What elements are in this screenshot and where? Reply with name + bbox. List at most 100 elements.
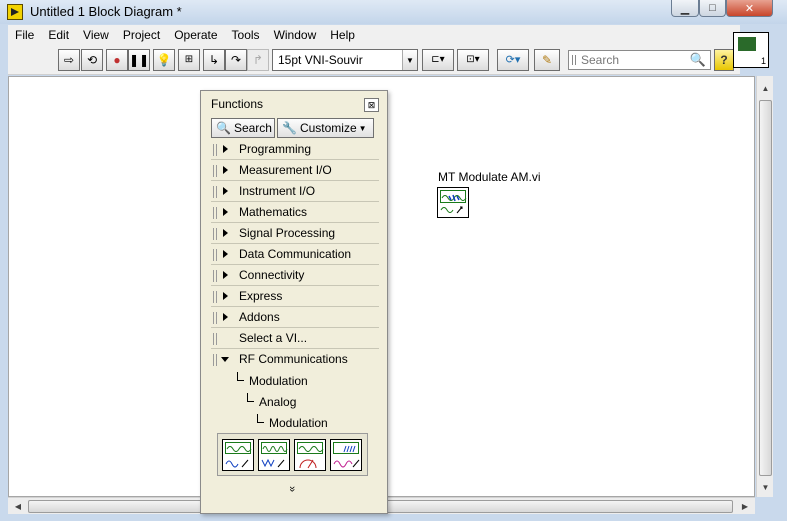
modulation-graph-icon <box>225 459 249 468</box>
pause-icon: ❚❚ <box>128 53 150 67</box>
search-icon[interactable]: 🔍 <box>690 52 706 68</box>
grip-icon <box>213 312 217 324</box>
context-help-button[interactable]: ? <box>714 49 734 71</box>
vertical-scrollbar[interactable]: ▲ ▼ <box>756 76 773 497</box>
expand-triangle-icon <box>223 187 228 195</box>
tree-corner-icon <box>247 393 254 402</box>
grip-icon <box>213 291 217 303</box>
node-waveform-icon <box>440 190 467 203</box>
run-continuously-button[interactable]: ⟲ <box>81 49 103 71</box>
maximize-button[interactable]: □ <box>699 0 726 17</box>
step-into-button[interactable]: ↳ <box>203 49 225 71</box>
expand-triangle-icon <box>223 271 228 279</box>
distribute-objects-button[interactable]: ⊡▾ <box>457 49 489 71</box>
stop-icon: ● <box>113 53 121 67</box>
palette-customize-button[interactable]: 🔧 Customize ▼ <box>277 118 374 138</box>
menu-project[interactable]: Project <box>116 28 167 42</box>
chevron-down-icon: ▼ <box>358 123 367 133</box>
align-objects-button[interactable]: ⊏▾ <box>422 49 454 71</box>
wrench-icon: 🔧 <box>282 121 297 135</box>
select-a-vi-item[interactable]: Select a VI... <box>211 328 379 349</box>
category-signal-processing[interactable]: Signal Processing <box>211 223 379 244</box>
category-mathematics[interactable]: Mathematics <box>211 202 379 223</box>
waveform-icon <box>225 442 252 454</box>
category-addons[interactable]: Addons <box>211 307 379 328</box>
clean-up-diagram-button[interactable]: ✎ <box>534 49 560 71</box>
chevron-down-icon: ▼ <box>402 50 417 70</box>
abort-button[interactable]: ● <box>106 49 128 71</box>
vi-tile-demodulate[interactable] <box>330 439 362 471</box>
grip-icon <box>213 333 217 345</box>
expand-triangle-icon <box>223 208 228 216</box>
menu-tools[interactable]: Tools <box>225 28 267 42</box>
search-input[interactable] <box>581 52 689 68</box>
palette-search-label: Search <box>233 121 272 135</box>
scroll-down-icon[interactable]: ▼ <box>757 479 774 495</box>
close-icon: ⊠ <box>367 99 376 110</box>
grip-icon <box>213 165 217 177</box>
vi-icon-number: 1 <box>760 56 766 66</box>
menu-window[interactable]: Window <box>267 28 324 42</box>
scroll-right-icon[interactable]: ▶ <box>737 498 753 515</box>
tree-corner-icon <box>257 414 264 423</box>
palette-close-button[interactable]: ⊠ <box>364 98 379 112</box>
menu-file[interactable]: File <box>8 28 41 42</box>
grip-icon <box>572 55 576 65</box>
expand-more-icon[interactable]: » <box>286 486 298 492</box>
vertical-scroll-thumb[interactable] <box>759 100 772 476</box>
minimize-button[interactable]: ▁ <box>671 0 699 17</box>
vi-tile-modulate-am[interactable] <box>222 439 254 471</box>
pause-button[interactable]: ❚❚ <box>128 49 150 71</box>
menu-operate[interactable]: Operate <box>167 28 224 42</box>
distribute-icon: ⊡▾ <box>466 54 480 65</box>
grip-icon <box>213 144 217 156</box>
grip-icon <box>213 270 217 282</box>
scroll-left-icon[interactable]: ◀ <box>10 498 26 515</box>
path-item-analog[interactable]: Analog <box>211 391 379 412</box>
menu-edit[interactable]: Edit <box>41 28 76 42</box>
functions-palette[interactable]: Functions ⊠ 🔍 Search 🔧 Customize ▼ Progr… <box>200 90 388 514</box>
reorder-button[interactable]: ⟳▾ <box>497 49 529 71</box>
waveform-icon <box>261 442 288 454</box>
step-over-button[interactable]: ↷ <box>225 49 247 71</box>
category-programming[interactable]: Programming <box>211 139 379 160</box>
vi-icons-panel <box>217 433 368 476</box>
step-out-button[interactable]: ↱ <box>247 49 269 71</box>
vi-tile-modulate-fm[interactable] <box>258 439 290 471</box>
menu-bar: File Edit View Project Operate Tools Win… <box>8 25 740 45</box>
category-measurement-io[interactable]: Measurement I/O <box>211 160 379 181</box>
vi-tile-modulate-pm[interactable] <box>294 439 326 471</box>
category-connectivity[interactable]: Connectivity <box>211 265 379 286</box>
grip-icon <box>213 249 217 261</box>
close-button[interactable]: ✕ <box>726 0 773 17</box>
expand-triangle-icon <box>223 313 228 321</box>
run-continuously-icon: ⟲ <box>86 53 98 67</box>
palette-search-button[interactable]: 🔍 Search <box>211 118 275 138</box>
font-value: 15pt VNI-Souvir <box>278 53 363 67</box>
palette-customize-label: Customize <box>299 121 357 135</box>
toolbar-search-box[interactable]: 🔍 <box>568 50 711 70</box>
path-item-modulation-leaf[interactable]: Modulation <box>211 412 379 433</box>
menu-help[interactable]: Help <box>323 28 362 42</box>
highlight-execution-button[interactable]: 💡 <box>153 49 175 71</box>
step-out-icon: ↱ <box>252 53 264 67</box>
text-settings-dropdown[interactable]: 15pt VNI-Souvir ▼ <box>272 49 418 71</box>
menu-view[interactable]: View <box>76 28 116 42</box>
category-instrument-io[interactable]: Instrument I/O <box>211 181 379 202</box>
window-title: Untitled 1 Block Diagram * <box>30 4 182 19</box>
modulation-graph-icon <box>261 458 285 468</box>
category-express[interactable]: Express <box>211 286 379 307</box>
category-data-communication[interactable]: Data Communication <box>211 244 379 265</box>
vi-icon[interactable]: 1 <box>733 32 769 68</box>
path-item-modulation[interactable]: Modulation <box>211 370 379 391</box>
collapse-triangle-icon <box>221 357 229 362</box>
run-button[interactable]: ⇨ <box>58 49 80 71</box>
mt-modulate-am-node[interactable] <box>437 187 469 218</box>
retain-wire-values-button[interactable]: ⊞ <box>178 49 200 71</box>
search-icon: 🔍 <box>216 121 231 135</box>
category-rf-communications[interactable]: RF Communications <box>211 349 379 370</box>
scroll-up-icon[interactable]: ▲ <box>757 80 774 96</box>
grip-icon <box>213 207 217 219</box>
grip-icon <box>213 228 217 240</box>
node-label: MT Modulate AM.vi <box>438 170 541 184</box>
